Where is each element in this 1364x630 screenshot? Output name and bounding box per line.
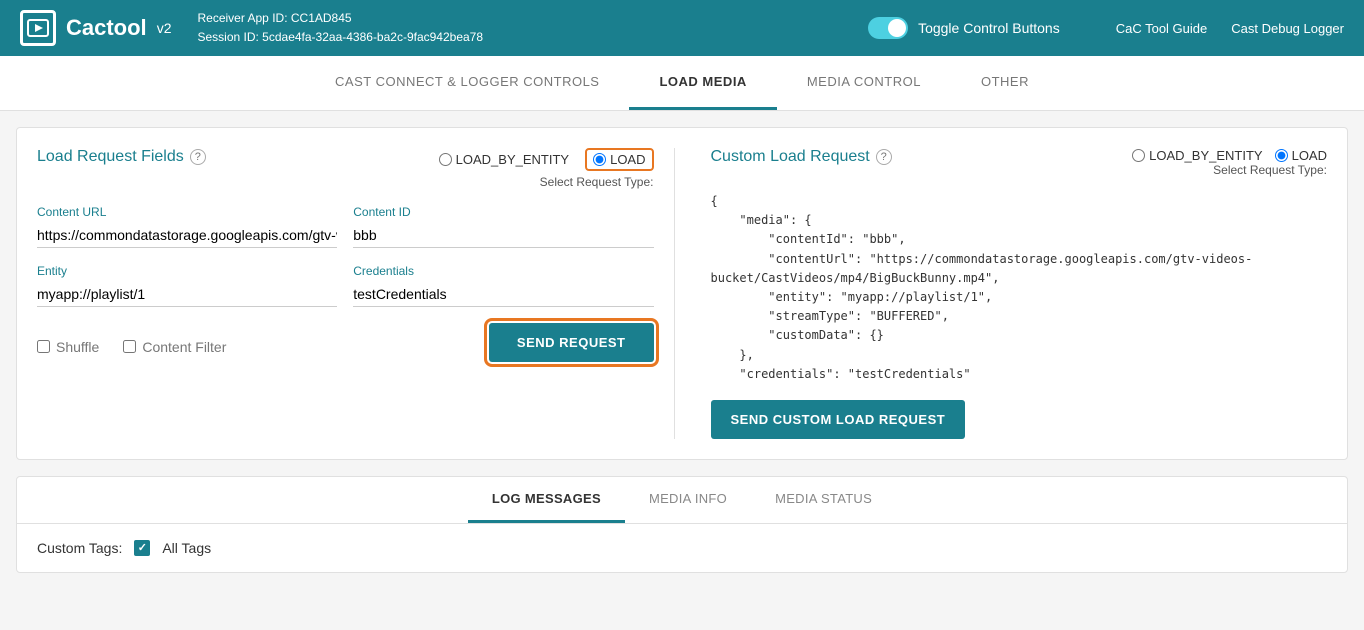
content-url-group: Content URL [37, 205, 337, 248]
tab-load-media[interactable]: LOAD MEDIA [629, 56, 776, 110]
help-icon-left[interactable]: ? [190, 149, 206, 165]
bottom-tabs: LOG MESSAGES MEDIA INFO MEDIA STATUS [17, 477, 1347, 524]
tab-log-messages[interactable]: LOG MESSAGES [468, 477, 625, 523]
radio-group-top: LOAD_BY_ENTITY LOAD [439, 148, 654, 171]
bottom-content: Custom Tags: All Tags [17, 524, 1347, 572]
cac-tool-guide-link[interactable]: CaC Tool Guide [1116, 21, 1208, 36]
radio-group-right-wrapper: LOAD_BY_ENTITY LOAD Select Request Type: [1132, 148, 1327, 177]
content-filter-checkbox-label[interactable]: Content Filter [123, 339, 226, 355]
shuffle-checkbox[interactable] [37, 340, 50, 353]
content-id-label: Content ID [353, 205, 653, 219]
logo-version: v2 [157, 20, 172, 36]
custom-tags-label: Custom Tags: [37, 540, 122, 556]
all-tags-label: All Tags [162, 540, 211, 556]
content-url-input[interactable] [37, 223, 337, 248]
entity-input[interactable] [37, 282, 337, 307]
checkboxes-row: Shuffle Content Filter [37, 339, 226, 355]
content-url-label: Content URL [37, 205, 337, 219]
tab-media-control[interactable]: MEDIA CONTROL [777, 56, 951, 110]
tab-media-status[interactable]: MEDIA STATUS [751, 477, 896, 523]
all-tags-checkbox[interactable] [134, 540, 150, 556]
header-links: CaC Tool Guide Cast Debug Logger [1116, 21, 1344, 36]
panels-row: Load Request Fields ? LOAD_BY_ENTITY LOA… [16, 127, 1348, 460]
toggle-label: Toggle Control Buttons [918, 20, 1060, 36]
field-row-1: Content URL Content ID [37, 205, 654, 248]
toggle-area: Toggle Control Buttons [868, 17, 1060, 39]
left-panel: Load Request Fields ? LOAD_BY_ENTITY LOA… [37, 148, 675, 439]
select-request-type-left: Select Request Type: [439, 175, 654, 189]
field-row-2: Entity Credentials [37, 264, 654, 307]
main-content: Load Request Fields ? LOAD_BY_ENTITY LOA… [0, 111, 1364, 589]
help-icon-right[interactable]: ? [876, 149, 892, 165]
logo-icon [20, 10, 56, 46]
radio-group-right: LOAD_BY_ENTITY LOAD [1132, 148, 1327, 163]
cast-debug-logger-link[interactable]: Cast Debug Logger [1231, 21, 1344, 36]
entity-label: Entity [37, 264, 337, 278]
app-header: Cactool v2 Receiver App ID: CC1AD845 Ses… [0, 0, 1364, 56]
json-display: { "media": { "contentId": "bbb", "conten… [711, 192, 1328, 384]
toggle-switch[interactable] [868, 17, 908, 39]
content-id-group: Content ID [353, 205, 653, 248]
custom-load-title-area: Custom Load Request ? [711, 148, 892, 182]
content-filter-checkbox[interactable] [123, 340, 136, 353]
nav-tabs: CAST CONNECT & LOGGER CONTROLS LOAD MEDI… [0, 56, 1364, 111]
left-panel-title: Load Request Fields ? [37, 148, 206, 166]
credentials-input[interactable] [353, 282, 653, 307]
credentials-label: Credentials [353, 264, 653, 278]
receiver-app-id: Receiver App ID: CC1AD845 [197, 9, 483, 28]
tab-media-info[interactable]: MEDIA INFO [625, 477, 751, 523]
logo-text: Cactool [66, 15, 147, 41]
right-panel-title: Custom Load Request ? [711, 148, 892, 166]
content-id-input[interactable] [353, 223, 653, 248]
tab-cast-connect[interactable]: CAST CONNECT & LOGGER CONTROLS [305, 56, 629, 110]
send-custom-load-request-button[interactable]: SEND CUSTOM LOAD REQUEST [711, 400, 966, 439]
select-request-type-right: Select Request Type: [1132, 163, 1327, 177]
header-info: Receiver App ID: CC1AD845 Session ID: 5c… [197, 9, 483, 47]
send-request-button[interactable]: SEND REQUEST [489, 323, 654, 362]
shuffle-checkbox-label[interactable]: Shuffle [37, 339, 99, 355]
radio-load-by-entity-right[interactable]: LOAD_BY_ENTITY [1132, 148, 1262, 163]
bottom-section: LOG MESSAGES MEDIA INFO MEDIA STATUS Cus… [16, 476, 1348, 573]
session-id: Session ID: 5cdae4fa-32aa-4386-ba2c-9fac… [197, 28, 483, 47]
radio-load-right[interactable]: LOAD [1275, 148, 1327, 163]
custom-load-header: Custom Load Request ? LOAD_BY_ENTITY LOA… [711, 148, 1328, 182]
right-panel: Custom Load Request ? LOAD_BY_ENTITY LOA… [691, 148, 1328, 439]
credentials-group: Credentials [353, 264, 653, 307]
radio-load-by-entity-left[interactable]: LOAD_BY_ENTITY [439, 152, 569, 167]
radio-load-left[interactable]: LOAD [585, 148, 653, 171]
tab-other[interactable]: OTHER [951, 56, 1059, 110]
logo: Cactool v2 [20, 10, 171, 46]
entity-group: Entity [37, 264, 337, 307]
